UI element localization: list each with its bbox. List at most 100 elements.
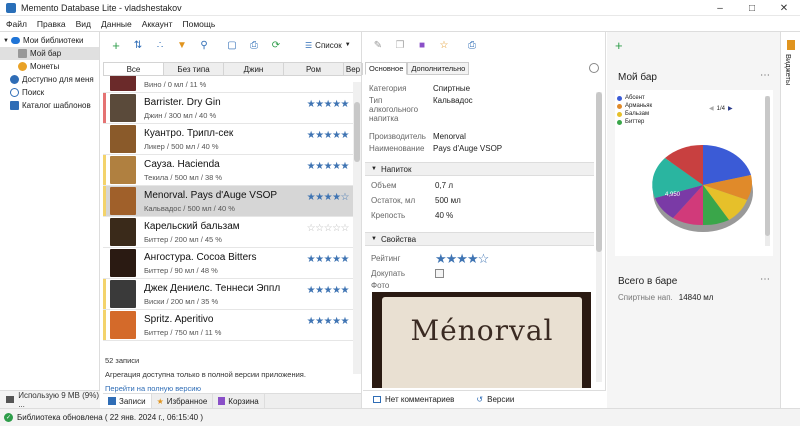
widget-title-total: Всего в баре <box>618 276 678 287</box>
rating-stars: ★★★★★ <box>306 285 350 296</box>
add-widget-icon[interactable]: + <box>615 38 623 53</box>
tab-vermouth[interactable]: Вер <box>344 63 363 75</box>
group-icon[interactable]: ∴ <box>151 36 169 54</box>
list-toolbar: + ⇅ ∴ ▼ ⚲ ▢ ⎙ ⟳ ☰ Список ▼ <box>101 32 361 58</box>
tab-main[interactable]: Основное <box>365 62 408 75</box>
favorite-icon[interactable]: ☆ <box>435 36 453 54</box>
scrollbar-thumb[interactable] <box>765 96 770 236</box>
sync-icon[interactable]: ⟳ <box>267 36 285 54</box>
filter-icon[interactable]: ▼ <box>173 36 191 54</box>
entry-photo[interactable]: Ménorval <box>372 292 591 388</box>
rating-stars[interactable]: ★★★★☆ <box>435 251 489 267</box>
menu-edit[interactable]: Правка <box>37 19 66 29</box>
legend-dot <box>617 111 622 117</box>
sidebar-item-my-bar[interactable]: Мой бар <box>0 47 99 60</box>
legend-dot <box>617 103 622 109</box>
tab-all[interactable]: Все <box>104 63 164 75</box>
scrollbar-thumb[interactable] <box>354 102 360 162</box>
print-icon[interactable]: ⎙ <box>463 36 481 54</box>
comments-button[interactable]: Нет комментариев <box>373 395 454 404</box>
tab-additional[interactable]: Дополнительно <box>407 62 470 75</box>
color-marker <box>103 186 106 216</box>
sidebar-item-libraries[interactable]: ▼ Мои библиотеки <box>0 34 99 47</box>
bottle-thumbnail <box>110 94 136 122</box>
widget-scrollbar[interactable] <box>765 96 770 246</box>
field-buy: Докупать <box>371 266 594 281</box>
cloud-icon <box>10 37 20 44</box>
pie-widget-card: Абсент Арманьяк Бальзам Биттер ◀ 1/4 ▶ 4… <box>615 90 773 256</box>
view-icon: ☰ <box>305 40 313 50</box>
add-icon[interactable]: + <box>107 36 125 54</box>
settings-icon[interactable] <box>589 63 599 73</box>
sidebar-item-coins[interactable]: Монеты <box>0 60 99 73</box>
minimize-button[interactable]: – <box>704 0 736 16</box>
list-item[interactable]: БаристаВино / 0 мл / 11 %★★★★★ <box>103 76 353 93</box>
delete-icon[interactable]: ■ <box>413 36 431 54</box>
legend-item: Биттер <box>617 118 652 126</box>
users-icon <box>10 75 19 84</box>
chevron-down-icon: ▼ <box>3 37 9 44</box>
legend-dot <box>617 119 622 125</box>
color-marker <box>103 76 106 92</box>
detail-scrollbar[interactable] <box>596 92 602 382</box>
list-item[interactable]: Сауза. Hacienda Текила / 500 мл / 38 % ★★★… <box>103 155 353 186</box>
print-icon[interactable]: ⎙ <box>245 36 263 54</box>
tab-trash[interactable]: Корзина <box>213 394 265 408</box>
title-bar: Memento Database Lite - vladshestakov – … <box>0 0 800 16</box>
list-item[interactable]: Spritz. Aperitivo Биттер / 750 мл / 11 % ★… <box>103 310 353 341</box>
prev-icon[interactable]: ◀ <box>709 105 714 112</box>
detail-toolbar: ✎ ❐ ■ ☆ ⎙ <box>363 32 605 58</box>
maximize-button[interactable]: □ <box>736 0 768 16</box>
legend-pager[interactable]: ◀ 1/4 ▶ <box>709 105 733 113</box>
list-item[interactable]: Джек Дениелс. Теннеси Эппл Виски / 200 мл… <box>103 279 353 310</box>
menu-data[interactable]: Данные <box>101 19 132 29</box>
tab-gin[interactable]: Джин <box>224 63 284 75</box>
drink-section-header[interactable]: ▼ Напиток <box>365 162 594 176</box>
menu-file[interactable]: Файл <box>6 19 27 29</box>
sidebar-item-shared[interactable]: Доступно для меня <box>0 73 99 86</box>
view-select[interactable]: ☰ Список ▼ <box>305 41 351 50</box>
upgrade-link[interactable]: Перейти на полную версию <box>105 384 355 393</box>
list-item[interactable]: Куантро. Трипл-сек Ликер / 500 мл / 40 % ★… <box>103 124 353 155</box>
rating-stars: ★★★★★ <box>306 316 350 327</box>
more-icon[interactable]: ⋯ <box>760 70 770 81</box>
tab-records[interactable]: Записи <box>103 394 152 408</box>
entries-panel: + ⇅ ∴ ▼ ⚲ ▢ ⎙ ⟳ ☰ Список ▼ Все Без типа … <box>101 32 363 408</box>
color-marker <box>103 279 106 309</box>
properties-section-header[interactable]: ▼ Свойства <box>365 232 594 246</box>
menu-view[interactable]: Вид <box>76 19 91 29</box>
field-strength: Крепость 40 % <box>371 211 454 220</box>
sidebar-item-templates[interactable]: Каталог шаблонов <box>0 99 99 112</box>
more-icon[interactable]: ⋯ <box>760 274 770 285</box>
buy-checkbox[interactable] <box>435 269 444 278</box>
copy-icon[interactable]: ❐ <box>391 36 409 54</box>
pie-chart[interactable]: 4,950 <box>643 130 763 240</box>
tab-untyped[interactable]: Без типа <box>164 63 224 75</box>
versions-button[interactable]: ↺ Версии <box>476 395 514 404</box>
list-item[interactable]: Карельский бальзам Биттер / 200 мл / 45 %… <box>103 217 353 248</box>
color-marker <box>103 155 106 185</box>
next-icon[interactable]: ▶ <box>728 105 733 112</box>
sidebar-item-search[interactable]: Поиск <box>0 86 99 99</box>
widgets-side-tab[interactable]: Виджеты <box>780 32 800 408</box>
field-name: Наименование Pays d'Auge VSOP <box>369 144 503 153</box>
sort-icon[interactable]: ⇅ <box>129 36 147 54</box>
menu-help[interactable]: Помощь <box>183 19 216 29</box>
search-icon[interactable]: ⚲ <box>195 36 213 54</box>
list-item[interactable]: Barrister. Dry Gin Джин / 300 мл / 40 % ★★… <box>103 93 353 124</box>
edit-icon[interactable]: ✎ <box>369 36 387 54</box>
tab-rum[interactable]: Ром <box>284 63 344 75</box>
list-item[interactable]: Menorval. Pays d'Auge VSOP Кальвадос / 50… <box>103 186 353 217</box>
close-button[interactable]: ✕ <box>768 0 800 16</box>
list-item[interactable]: Ангостура. Cocoa Bitters Биттер / 90 мл /… <box>103 248 353 279</box>
type-tabs: Все Без типа Джин Ром Вер <box>103 62 363 76</box>
list-scrollbar[interactable] <box>353 82 361 374</box>
menu-account[interactable]: Аккаунт <box>142 19 173 29</box>
color-marker <box>103 124 106 154</box>
total-row: Спиртные нап. 14840 мл <box>618 293 713 302</box>
bottle-thumbnail <box>110 311 136 339</box>
scrollbar-thumb[interactable] <box>596 92 602 252</box>
tab-favorites[interactable]: ★ Избранное <box>152 394 214 408</box>
bottle-thumbnail <box>110 187 136 215</box>
comment-icon[interactable]: ▢ <box>223 36 241 54</box>
